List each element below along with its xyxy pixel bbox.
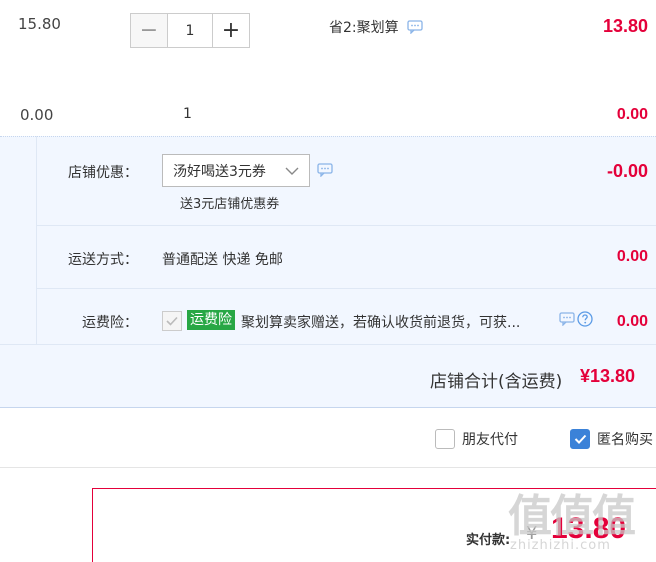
- anonymous-label: 匿名购买: [597, 432, 653, 448]
- watermark-url: zhizhizhi.com: [510, 538, 611, 553]
- promo-text: 省2:聚划算: [329, 20, 399, 36]
- coupon-label: 店铺优惠：: [68, 165, 138, 181]
- insurance-badge: 运费险: [187, 310, 235, 330]
- chat-icon[interactable]: [317, 163, 333, 177]
- gift-quantity: 1: [183, 106, 192, 122]
- item-unit-price: 15.80: [18, 15, 61, 33]
- check-icon: [574, 434, 586, 444]
- row-divider: [36, 225, 656, 226]
- gift-subtotal: 0.00: [616, 106, 648, 123]
- help-icon[interactable]: [577, 311, 593, 327]
- chevron-down-icon: [285, 167, 299, 175]
- friend-pay-option[interactable]: 朋友代付: [435, 429, 518, 449]
- increase-button[interactable]: +: [212, 13, 250, 48]
- friend-pay-label: 朋友代付: [462, 432, 518, 448]
- insurance-amount: 0.00: [616, 313, 648, 330]
- quantity-input[interactable]: 1: [168, 13, 212, 48]
- coupon-note: 送3元店铺优惠券: [180, 197, 280, 212]
- watermark-logo: 值值值: [508, 491, 636, 542]
- payment-label: 实付款:: [466, 533, 511, 548]
- insurance-checkbox[interactable]: [162, 311, 182, 331]
- anonymous-option[interactable]: 匿名购买: [570, 429, 653, 449]
- coupon-select[interactable]: 汤好喝送3元券: [162, 154, 310, 187]
- decrease-button[interactable]: −: [130, 13, 168, 48]
- quantity-stepper: − 1 +: [130, 13, 250, 48]
- shipping-label: 运送方式：: [68, 252, 138, 268]
- row-divider: [36, 288, 656, 289]
- row-divider: [0, 344, 656, 345]
- shipping-method: 普通配送 快递 免邮: [162, 252, 283, 268]
- anonymous-checkbox[interactable]: [570, 429, 590, 449]
- insurance-label: 运费险：: [82, 315, 138, 331]
- coupon-amount: -0.00: [606, 161, 648, 181]
- insurance-icons: [559, 311, 593, 327]
- shipping-amount: 0.00: [616, 248, 648, 265]
- item-subtotal: 13.80: [602, 16, 648, 36]
- promo-info: 省2:聚划算: [329, 17, 423, 37]
- store-total-label: 店铺合计(含运费): [430, 372, 563, 392]
- insurance-text: 聚划算卖家赠送，若确认收货前退货，可获...: [241, 315, 521, 331]
- section-divider: [0, 467, 656, 468]
- chat-icon[interactable]: [406, 20, 423, 34]
- gift-unit-price: 0.00: [20, 106, 54, 124]
- panel-divider: [36, 136, 37, 344]
- store-total-amount: ¥13.80: [580, 366, 636, 386]
- watermark: 值值值 zhizhizhi.com: [508, 480, 656, 562]
- friend-pay-checkbox[interactable]: [435, 429, 455, 449]
- check-icon: [166, 316, 178, 326]
- coupon-selected-value: 汤好喝送3元券: [173, 163, 266, 180]
- chat-icon[interactable]: [559, 312, 575, 326]
